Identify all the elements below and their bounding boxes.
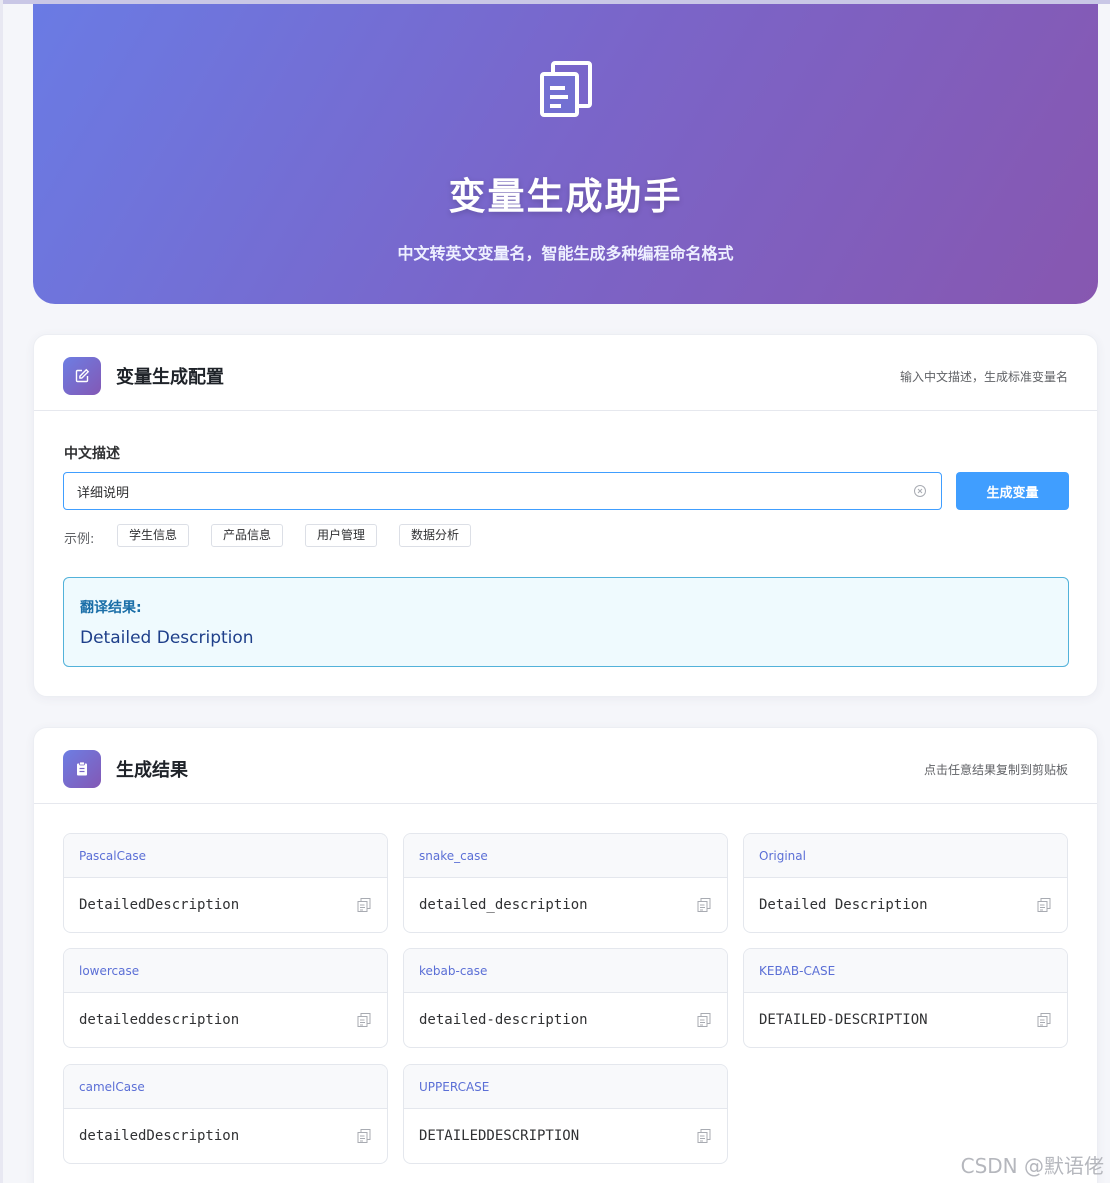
example-chip[interactable]: 用户管理 — [305, 524, 378, 547]
variable-card-kebab-upper[interactable]: KEBAB-CASE DETAILED-DESCRIPTION — [743, 948, 1068, 1048]
results-card: 生成结果 点击任意结果复制到剪贴板 PascalCase DetailedDes… — [33, 727, 1098, 1183]
chinese-description-input[interactable] — [77, 473, 897, 509]
variable-card-original[interactable]: Original Detailed Description — [743, 833, 1068, 933]
variable-card-snake-case[interactable]: snake_case detailed_description — [403, 833, 728, 933]
example-chip[interactable]: 产品信息 — [211, 524, 284, 547]
chinese-description-field[interactable] — [63, 472, 942, 510]
config-card-hint: 输入中文描述，生成标准变量名 — [899, 370, 1068, 384]
copy-icon[interactable] — [696, 897, 712, 913]
variable-format-name: kebab-case — [419, 964, 488, 978]
results-card-header: 生成结果 点击任意结果复制到剪贴板 — [34, 728, 1097, 804]
variable-value[interactable]: DETAILEDDESCRIPTION — [419, 1128, 579, 1144]
page-title: 变量生成助手 — [448, 175, 683, 218]
results-card-hint: 点击任意结果复制到剪贴板 — [923, 763, 1068, 777]
variable-card-pascalcase[interactable]: PascalCase DetailedDescription — [63, 833, 388, 933]
translation-result-box: 翻译结果: Detailed Description — [63, 577, 1069, 667]
clipboard-icon — [63, 750, 101, 788]
variable-card-kebab-case[interactable]: kebab-case detailed-description — [403, 948, 728, 1048]
edit-icon — [63, 357, 101, 395]
left-border — [0, 0, 3, 1183]
translation-result-value: Detailed Description — [80, 628, 254, 648]
variable-value[interactable]: detailedDescription — [79, 1128, 239, 1144]
variable-value[interactable]: detaileddescription — [79, 1012, 239, 1028]
examples-label: 示例: — [64, 532, 95, 547]
variable-format-name: lowercase — [79, 964, 140, 978]
config-card-header: 变量生成配置 输入中文描述，生成标准变量名 — [34, 335, 1097, 411]
translation-result-label: 翻译结果: — [80, 600, 142, 616]
variable-value[interactable]: DETAILED-DESCRIPTION — [759, 1012, 928, 1028]
copy-icon[interactable] — [1036, 897, 1052, 913]
copy-icon[interactable] — [1036, 1012, 1052, 1028]
variable-value[interactable]: Detailed Description — [759, 897, 928, 913]
variable-card-uppercase[interactable]: UPPERCASE DETAILEDDESCRIPTION — [403, 1064, 728, 1164]
page-subtitle: 中文转英文变量名，智能生成多种编程命名格式 — [397, 244, 734, 263]
variable-format-name: PascalCase — [79, 849, 146, 863]
config-card-title: 变量生成配置 — [116, 367, 224, 388]
copy-icon[interactable] — [696, 1012, 712, 1028]
variable-format-name: KEBAB-CASE — [759, 964, 836, 978]
example-chip[interactable]: 数据分析 — [399, 524, 472, 547]
clear-icon[interactable] — [913, 484, 927, 498]
copy-document-icon — [540, 61, 592, 117]
variable-format-name: camelCase — [79, 1080, 145, 1094]
variable-format-name: UPPERCASE — [419, 1080, 490, 1094]
config-card: 变量生成配置 输入中文描述，生成标准变量名 中文描述 生成变量 示例: 学生信息… — [33, 334, 1098, 697]
results-card-title: 生成结果 — [116, 760, 188, 781]
copy-icon[interactable] — [356, 1128, 372, 1144]
copy-icon[interactable] — [356, 897, 372, 913]
variable-value[interactable]: DetailedDescription — [79, 897, 239, 913]
variable-format-name: Original — [759, 849, 806, 863]
watermark: CSDN @默语佬 — [960, 1154, 1104, 1178]
example-chip[interactable]: 学生信息 — [117, 524, 190, 547]
copy-icon[interactable] — [356, 1012, 372, 1028]
variable-value[interactable]: detailed_description — [419, 897, 588, 913]
variable-card-lowercase[interactable]: lowercase detaileddescription — [63, 948, 388, 1048]
hero-banner: 变量生成助手 中文转英文变量名，智能生成多种编程命名格式 — [33, 4, 1098, 304]
generate-button[interactable]: 生成变量 — [956, 472, 1069, 510]
copy-icon[interactable] — [696, 1128, 712, 1144]
chinese-description-label: 中文描述 — [64, 446, 120, 462]
variable-format-name: snake_case — [419, 849, 488, 863]
variable-card-camelcase[interactable]: camelCase detailedDescription — [63, 1064, 388, 1164]
variable-value[interactable]: detailed-description — [419, 1012, 588, 1028]
